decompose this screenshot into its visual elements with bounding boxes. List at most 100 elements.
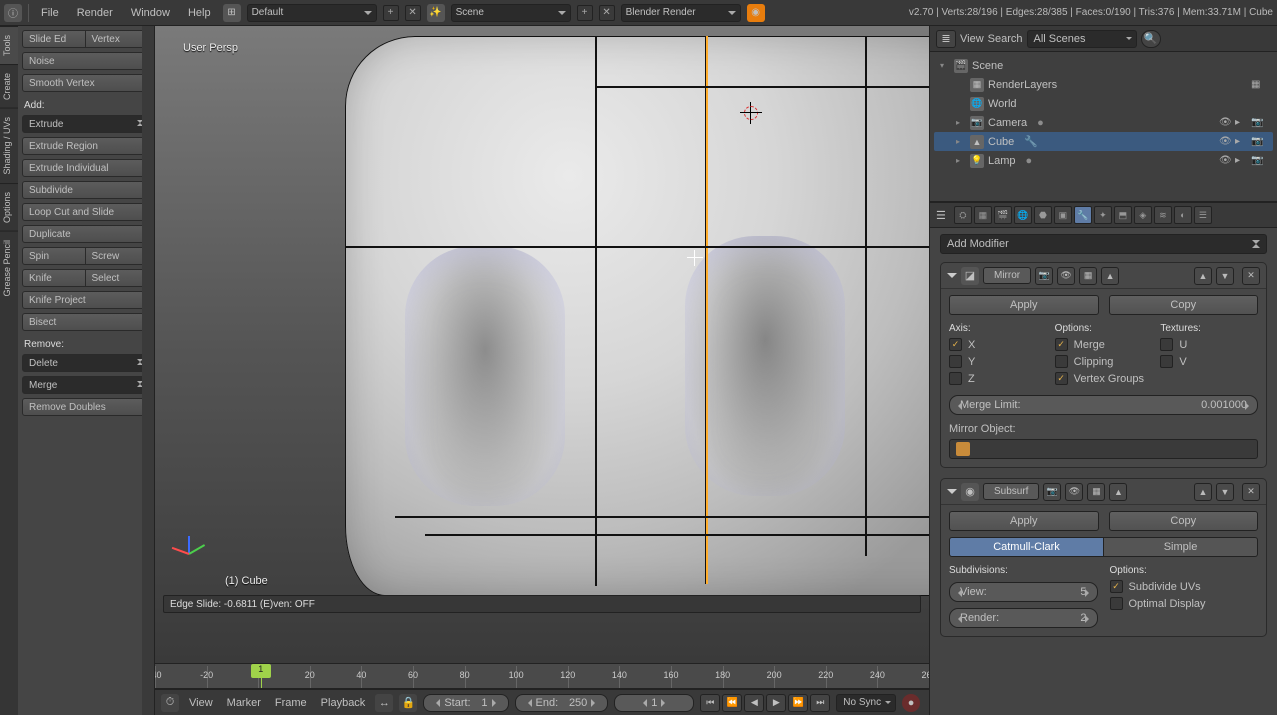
tab-options[interactable]: Options	[0, 183, 18, 231]
btn-vertex[interactable]: Vertex	[86, 30, 149, 48]
btn-screw[interactable]: Screw	[86, 247, 149, 265]
chk-opt-vertex-groups[interactable]: ✓Vertex Groups	[1055, 372, 1153, 385]
outliner-editor-icon[interactable]: ≣	[936, 30, 956, 48]
tl-menu-marker[interactable]: Marker	[223, 695, 265, 711]
outliner-item-scene[interactable]: ▾🎬Scene	[934, 56, 1273, 75]
btn-noise[interactable]: Noise	[22, 52, 148, 70]
tab-create[interactable]: Create	[0, 64, 18, 108]
collapse-icon[interactable]	[947, 489, 957, 499]
btn-copy-mirror[interactable]: Copy	[1109, 295, 1259, 315]
btn-move-up[interactable]: ▲	[1194, 483, 1212, 501]
prop-tab-7[interactable]: ✦	[1094, 206, 1112, 224]
chk-subsurf-subdivide-uvs[interactable]: ✓Subdivide UVs	[1110, 580, 1259, 593]
menu-file[interactable]: File	[35, 5, 65, 21]
add-modifier-dropdown[interactable]: Add Modifier	[940, 234, 1267, 254]
btn-render-vis[interactable]: 📷	[1043, 483, 1061, 501]
chk-tex-u[interactable]: U	[1160, 338, 1258, 351]
btn-render-vis[interactable]: 📷	[1035, 267, 1053, 285]
prop-tab-0[interactable]: ⛭	[954, 206, 972, 224]
layout-dropdown[interactable]: Default	[247, 4, 377, 22]
prop-tab-1[interactable]: ▦	[974, 206, 992, 224]
btn-editmode-vis[interactable]: ▦	[1079, 267, 1097, 285]
btn-key-prev[interactable]: ⏪	[722, 694, 742, 712]
outliner-item-cube[interactable]: ▸▲Cube🔧👁▸📷	[934, 132, 1273, 151]
tl-menu-playback[interactable]: Playback	[317, 695, 370, 711]
tl-menu-view[interactable]: View	[185, 695, 217, 711]
btn-jump-start[interactable]: ⏮	[700, 694, 720, 712]
search-icon[interactable]: 🔍	[1141, 30, 1161, 48]
mirror-object-field[interactable]	[949, 439, 1258, 459]
3d-viewport[interactable]: User Persp (1	[155, 26, 929, 663]
btn-apply-subsurf[interactable]: Apply	[949, 511, 1099, 531]
prop-tab-2[interactable]: 🎬	[994, 206, 1012, 224]
tl-menu-frame[interactable]: Frame	[271, 695, 311, 711]
btn-knife-project[interactable]: Knife Project	[22, 291, 148, 309]
outliner-item-camera[interactable]: ▸📷Camera●👁▸📷	[934, 113, 1273, 132]
layout-remove[interactable]: ✕	[405, 5, 421, 21]
btn-select[interactable]: Select	[86, 269, 149, 287]
btn-loop-cut-slide[interactable]: Loop Cut and Slide	[22, 203, 148, 221]
prop-tab-6[interactable]: 🔧	[1074, 206, 1092, 224]
modifier-name[interactable]: Mirror	[983, 267, 1031, 284]
prop-tab-9[interactable]: ◈	[1134, 206, 1152, 224]
tab-shading-uvs[interactable]: Shading / UVs	[0, 108, 18, 183]
btn-delete-modifier[interactable]: ✕	[1242, 267, 1260, 285]
btn-duplicate[interactable]: Duplicate	[22, 225, 148, 243]
layout-add[interactable]: +	[383, 5, 399, 21]
frame-end[interactable]: End: 250	[515, 694, 609, 712]
btn-delete-modifier[interactable]: ✕	[1242, 483, 1260, 501]
tab-grease-pencil[interactable]: Grease Pencil	[0, 231, 18, 305]
scene-remove[interactable]: ✕	[599, 5, 615, 21]
outliner-item-lamp[interactable]: ▸💡Lamp●👁▸📷	[934, 151, 1273, 170]
btn-extrude-individual[interactable]: Extrude Individual	[22, 159, 148, 177]
prop-tab-12[interactable]: ☰	[1194, 206, 1212, 224]
btn-slide-edge[interactable]: Slide Ed	[22, 30, 86, 48]
prop-tab-4[interactable]: ⬣	[1034, 206, 1052, 224]
btn-extrude-region[interactable]: Extrude Region	[22, 137, 148, 155]
chk-axis-y[interactable]: Y	[949, 355, 1047, 368]
prop-tab-10[interactable]: ≋	[1154, 206, 1172, 224]
btn-cage-vis[interactable]: ▲	[1109, 483, 1127, 501]
dd-delete[interactable]: Delete	[22, 354, 148, 372]
prop-tab-5[interactable]: ▣	[1054, 206, 1072, 224]
btn-subdivide[interactable]: Subdivide	[22, 181, 148, 199]
scene-dropdown[interactable]: Scene	[451, 4, 571, 22]
prop-tab-11[interactable]: ◐	[1174, 206, 1192, 224]
btn-jump-end[interactable]: ⏭	[810, 694, 830, 712]
screen-layout-icon[interactable]: ⊞	[223, 4, 241, 22]
merge-limit-field[interactable]: Merge Limit: 0.001000	[949, 395, 1258, 415]
btn-editmode-vis[interactable]: ▦	[1087, 483, 1105, 501]
outliner-filter[interactable]: All Scenes	[1027, 30, 1137, 48]
seg-catmull[interactable]: Catmull-Clark	[949, 537, 1104, 557]
subsurf-render-field[interactable]: Render:2	[949, 608, 1098, 628]
scene-icon[interactable]: ✨	[427, 4, 445, 22]
menu-render[interactable]: Render	[71, 5, 119, 21]
timeline-ruler[interactable]: -40-200204060801001201401601802002202402…	[155, 663, 929, 689]
lock-icon[interactable]: 🔒	[399, 694, 417, 712]
modifier-name[interactable]: Subsurf	[983, 483, 1039, 500]
outliner-item-world[interactable]: 🌐World	[934, 94, 1273, 113]
menu-window[interactable]: Window	[125, 5, 176, 21]
frame-current[interactable]: 1	[614, 694, 694, 712]
engine-dropdown[interactable]: Blender Render	[621, 4, 741, 22]
outliner-menu-search[interactable]: Search	[988, 33, 1023, 45]
chk-axis-z[interactable]: Z	[949, 372, 1047, 385]
btn-move-up[interactable]: ▲	[1194, 267, 1212, 285]
prop-tab-8[interactable]: ⬒	[1114, 206, 1132, 224]
btn-key-next[interactable]: ⏩	[788, 694, 808, 712]
blender-icon[interactable]: ⓘ	[4, 4, 22, 22]
btn-cage-vis[interactable]: ▲	[1101, 267, 1119, 285]
btn-knife[interactable]: Knife	[22, 269, 86, 287]
btn-spin[interactable]: Spin	[22, 247, 86, 265]
btn-smooth-vertex[interactable]: Smooth Vertex	[22, 74, 148, 92]
scene-add[interactable]: +	[577, 5, 593, 21]
properties-editor-icon[interactable]: ☰	[936, 209, 946, 222]
btn-realtime-vis[interactable]: 👁	[1065, 483, 1083, 501]
prop-tab-3[interactable]: 🌐	[1014, 206, 1032, 224]
btn-remove-doubles[interactable]: Remove Doubles	[22, 398, 148, 416]
collapse-icon[interactable]	[947, 273, 957, 283]
outliner-menu-view[interactable]: View	[960, 33, 984, 45]
range-icon[interactable]: ↔	[375, 694, 393, 712]
btn-play-rev[interactable]: ◀	[744, 694, 764, 712]
seg-simple[interactable]: Simple	[1104, 537, 1258, 557]
